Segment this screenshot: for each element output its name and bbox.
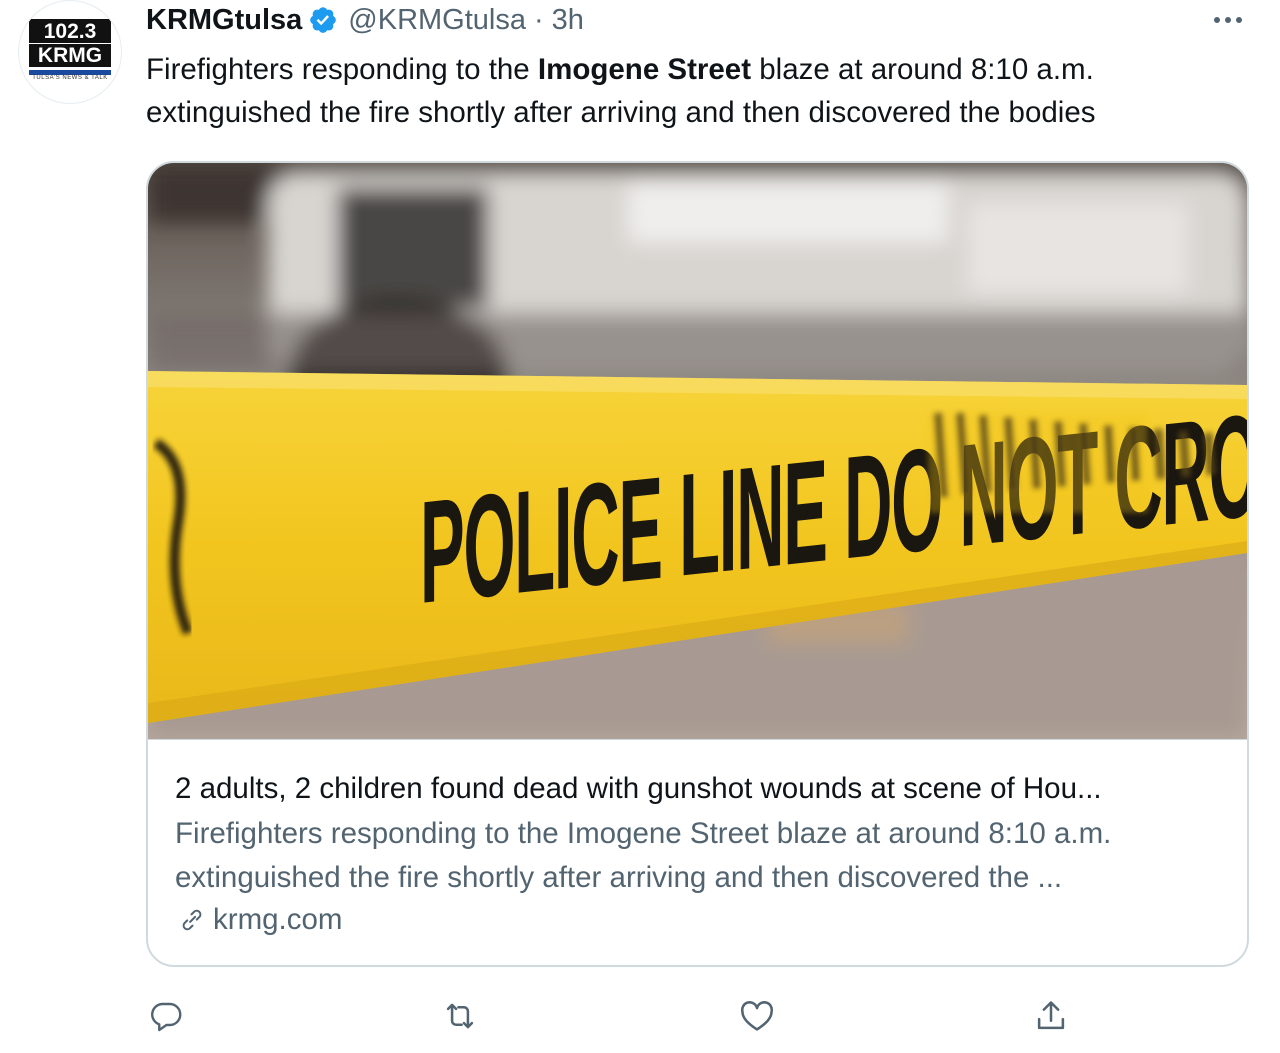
avatar[interactable]: 102.3 KRMG TULSA'S NEWS & TALK [18,0,122,104]
share-icon[interactable] [1029,994,1073,1038]
more-options-icon[interactable] [1206,6,1250,34]
card-divider [148,739,1247,740]
logo-tagline: TULSA'S NEWS & TALK [32,75,108,81]
retweet-icon[interactable] [438,994,482,1038]
card-description: Firefighters responding to the Imogene S… [175,817,1112,894]
card-domain[interactable]: krmg.com [175,900,342,940]
verified-badge-icon [310,7,337,33]
display-name[interactable]: KRMGtulsa [146,4,302,37]
tweet-text-bold: Imogene Street [537,53,752,86]
separator-dot: · [534,3,544,36]
tweet[interactable]: 102.3 KRMG TULSA'S NEWS & TALK KRMGtulsa… [0,0,1280,1053]
user-handle[interactable]: @KRMGtulsa [348,4,526,37]
card-title[interactable]: 2 adults, 2 children found dead with gun… [175,769,1225,809]
link-card[interactable]: POLICE LINE DO NOT CROSS 2 adults, 2 chi… [146,161,1249,967]
tweet-header: KRMGtulsa @KRMGtulsa · 3h [146,2,584,38]
link-icon [182,909,202,931]
reply-icon[interactable] [144,994,188,1038]
logo-callsign: KRMG [29,44,111,67]
action-bar [0,990,1280,1046]
timestamp[interactable]: 3h [552,4,584,37]
krmg-logo: 102.3 KRMG TULSA'S NEWS & TALK [29,19,111,81]
like-icon[interactable] [735,994,779,1038]
card-domain-text: krmg.com [213,903,343,936]
police-tape-photo: POLICE LINE DO NOT CROSS [148,163,1247,739]
tweet-text-start: Firefighters responding to the [146,53,538,86]
card-image[interactable]: POLICE LINE DO NOT CROSS [148,163,1247,739]
logo-frequency: 102.3 [29,19,111,43]
tweet-text: Firefighters responding to the Imogene S… [146,48,1236,134]
